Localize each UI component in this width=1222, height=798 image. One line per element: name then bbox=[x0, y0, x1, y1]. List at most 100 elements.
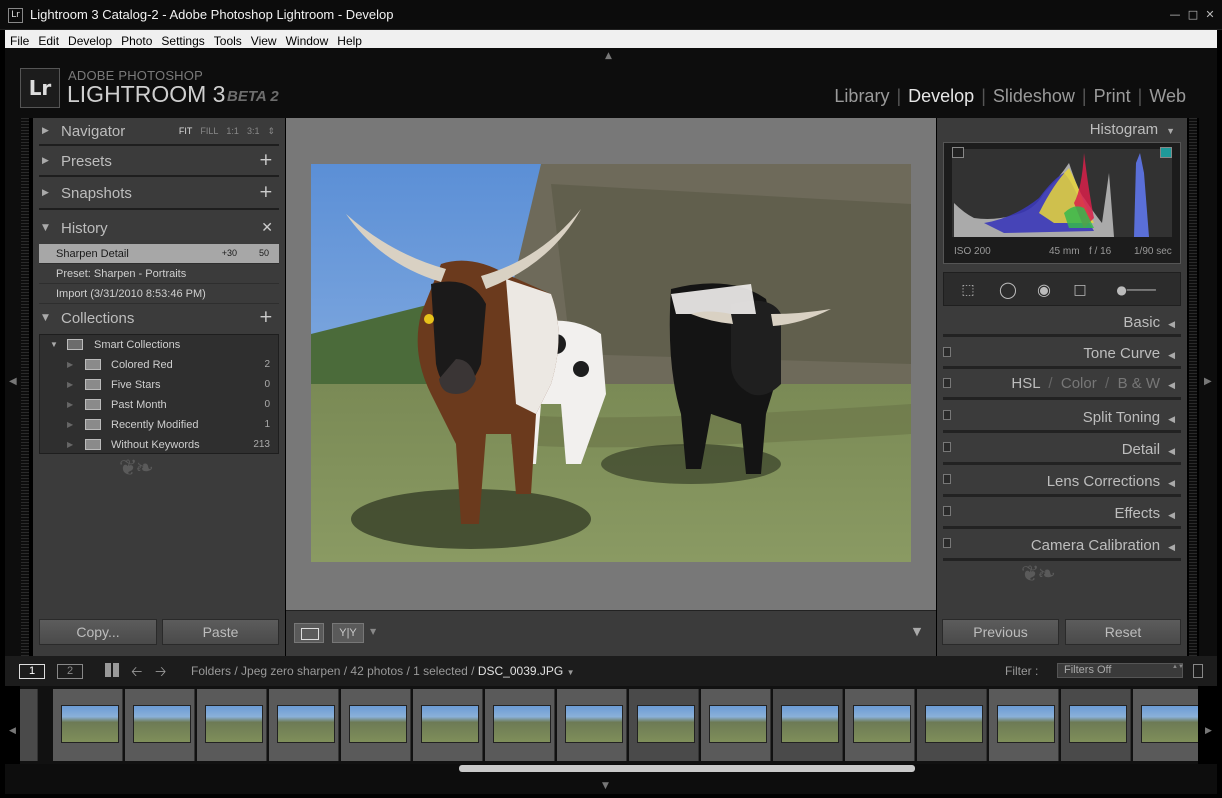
shadow-clipping-toggle[interactable] bbox=[952, 147, 964, 158]
presets-header[interactable]: ▶ Presets + bbox=[33, 148, 285, 176]
maximize-icon[interactable]: □ bbox=[1186, 8, 1200, 21]
collection-item[interactable]: ▶ Without Keywords 213 bbox=[40, 435, 278, 455]
back-arrow-icon[interactable]: 🡠 bbox=[131, 661, 142, 685]
left-edge-strip[interactable]: ◀ bbox=[5, 118, 21, 656]
detail-panel-header[interactable]: Detail ◀ bbox=[1122, 441, 1175, 458]
menu-develop[interactable]: Develop bbox=[63, 32, 116, 48]
primary-window-button[interactable]: 1 bbox=[19, 664, 45, 679]
clear-history-icon[interactable]: ✕ bbox=[261, 220, 273, 236]
hsl-panel-header[interactable]: HSL / Color / B & W ◀ bbox=[1011, 375, 1175, 392]
camera-calibration-toggle[interactable] bbox=[943, 538, 951, 548]
basic-panel-header[interactable]: Basic ◀ bbox=[1123, 314, 1175, 331]
menu-tools[interactable]: Tools bbox=[209, 32, 246, 48]
spot-removal-icon[interactable]: ◯ bbox=[996, 280, 1020, 300]
collection-item[interactable]: ▶ Past Month 0 bbox=[40, 395, 278, 415]
lens-corrections-panel-header[interactable]: Lens Corrections ◀ bbox=[1047, 473, 1175, 490]
history-item[interactable]: Sharpen Detail +30 50 bbox=[39, 244, 279, 264]
zoom-3-1[interactable]: 3:1 bbox=[247, 126, 260, 136]
collection-item[interactable]: ▶ Colored Red 2 bbox=[40, 355, 278, 375]
history-item[interactable]: Import (3/31/2010 8:53:46 PM) bbox=[39, 284, 279, 304]
zoom-1-1[interactable]: 1:1 bbox=[226, 126, 239, 136]
paste-button[interactable]: Paste bbox=[162, 619, 279, 645]
close-icon[interactable]: ✕ bbox=[1203, 8, 1217, 21]
hsl-toggle[interactable] bbox=[943, 378, 951, 388]
snapshots-header[interactable]: ▶ Snapshots + bbox=[33, 180, 285, 208]
filmstrip-thumb[interactable] bbox=[413, 689, 483, 761]
zoom-fit[interactable]: FIT bbox=[179, 126, 193, 136]
filmstrip-thumb[interactable] bbox=[341, 689, 411, 761]
highlight-clipping-toggle[interactable] bbox=[1160, 147, 1172, 158]
tone-curve-toggle[interactable] bbox=[943, 347, 951, 357]
menu-help[interactable]: Help bbox=[332, 32, 366, 48]
crop-overlay-icon[interactable]: ⬚ bbox=[956, 280, 980, 300]
collapse-right-icon[interactable]: ▶ bbox=[1204, 376, 1212, 387]
loupe-view-button[interactable] bbox=[294, 623, 324, 643]
right-panel-grip[interactable] bbox=[1189, 118, 1197, 656]
tab-hsl[interactable]: HSL bbox=[1011, 375, 1040, 392]
left-panel-grip[interactable] bbox=[21, 118, 29, 656]
menu-file[interactable]: File bbox=[5, 32, 33, 48]
before-after-button[interactable]: Y|Y bbox=[332, 623, 364, 643]
filmstrip-thumb[interactable] bbox=[557, 689, 627, 761]
collections-header[interactable]: ▼ Collections + bbox=[33, 305, 285, 333]
zoom-fill[interactable]: FILL bbox=[200, 126, 218, 136]
module-library[interactable]: Library bbox=[827, 86, 896, 106]
source-dropdown-icon[interactable]: ▼ bbox=[567, 668, 575, 677]
split-toning-toggle[interactable] bbox=[943, 410, 951, 420]
filter-lock-icon[interactable] bbox=[1193, 664, 1203, 678]
module-develop[interactable]: Develop bbox=[901, 86, 981, 106]
add-collection-icon[interactable]: + bbox=[259, 307, 273, 327]
filmstrip-right-icon[interactable]: ▶ bbox=[1205, 726, 1212, 736]
navigator-header[interactable]: ▶ Navigator FIT FILL 1:1 3:1 ⇕ bbox=[33, 118, 285, 146]
filmstrip-thumb[interactable] bbox=[845, 689, 915, 761]
tone-curve-panel-header[interactable]: Tone Curve ◀ bbox=[1083, 345, 1175, 362]
filmstrip-thumb[interactable] bbox=[701, 689, 771, 761]
collection-item[interactable]: ▶ Recently Modified 1 bbox=[40, 415, 278, 435]
right-edge-strip[interactable]: ▶ bbox=[1199, 118, 1217, 656]
graduated-filter-icon[interactable]: □ bbox=[1068, 280, 1092, 300]
filmstrip-left-icon[interactable]: ◀ bbox=[9, 726, 16, 736]
histogram-header[interactable]: Histogram ▼ bbox=[1090, 121, 1175, 138]
collapse-bottom-icon[interactable]: ▼ bbox=[602, 781, 609, 791]
tab-color[interactable]: Color bbox=[1061, 375, 1097, 392]
add-snapshot-icon[interactable]: + bbox=[259, 182, 273, 202]
menu-view[interactable]: View bbox=[246, 32, 281, 48]
module-web[interactable]: Web bbox=[1142, 86, 1193, 106]
filmstrip-thumb[interactable] bbox=[1133, 689, 1198, 761]
previous-button[interactable]: Previous bbox=[942, 619, 1059, 645]
module-slideshow[interactable]: Slideshow bbox=[986, 86, 1082, 106]
forward-arrow-icon[interactable]: 🡢 bbox=[155, 661, 166, 685]
copy-button[interactable]: Copy... bbox=[39, 619, 157, 645]
effects-toggle[interactable] bbox=[943, 506, 951, 516]
before-after-dropdown-icon[interactable]: ▼ bbox=[370, 627, 376, 636]
image-canvas[interactable] bbox=[286, 118, 936, 610]
menu-settings[interactable]: Settings bbox=[156, 32, 208, 48]
menu-photo[interactable]: Photo bbox=[116, 32, 156, 48]
add-preset-icon[interactable]: + bbox=[259, 150, 273, 170]
red-eye-icon[interactable]: ◉ bbox=[1032, 280, 1056, 300]
filmstrip-thumb[interactable] bbox=[1061, 689, 1131, 761]
filmstrip-thumb[interactable] bbox=[20, 689, 38, 761]
lens-corrections-toggle[interactable] bbox=[943, 474, 951, 484]
camera-calibration-panel-header[interactable]: Camera Calibration ◀ bbox=[1031, 537, 1175, 554]
menu-edit[interactable]: Edit bbox=[33, 32, 63, 48]
collapse-top-icon[interactable]: ▲ bbox=[605, 51, 612, 61]
filmstrip-thumb[interactable] bbox=[773, 689, 843, 761]
history-item[interactable]: Preset: Sharpen - Portraits bbox=[39, 264, 279, 284]
adjustment-brush-icon[interactable]: ●──── bbox=[1104, 280, 1168, 300]
zoom-stepper-icon[interactable]: ⇕ bbox=[267, 126, 275, 136]
filmstrip-thumb[interactable] bbox=[197, 689, 267, 761]
minimize-icon[interactable]: — bbox=[1168, 8, 1182, 21]
effects-panel-header[interactable]: Effects ◀ bbox=[1114, 505, 1175, 522]
history-header[interactable]: ▼ History ✕ bbox=[33, 215, 285, 243]
filmstrip-thumb[interactable] bbox=[125, 689, 195, 761]
filmstrip-thumb[interactable] bbox=[485, 689, 555, 761]
grid-view-icon[interactable] bbox=[105, 663, 119, 677]
menu-window[interactable]: Window bbox=[281, 32, 333, 48]
toolbar-options-icon[interactable]: ▼ bbox=[906, 621, 928, 643]
collapse-left-icon[interactable]: ◀ bbox=[9, 376, 17, 387]
filmstrip-thumb[interactable] bbox=[917, 689, 987, 761]
filmstrip-thumb[interactable] bbox=[269, 689, 339, 761]
filmstrip-thumb[interactable] bbox=[629, 689, 699, 761]
tab-bw[interactable]: B & W bbox=[1118, 375, 1161, 392]
